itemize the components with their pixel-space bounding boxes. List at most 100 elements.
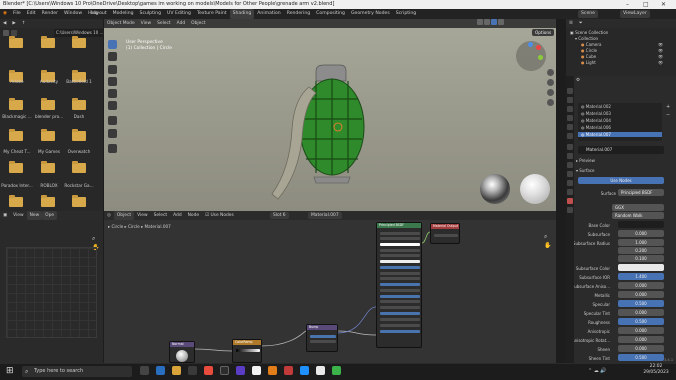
material-slot-item[interactable]: ◍ Material.003 bbox=[581, 111, 611, 116]
folder-icon[interactable] bbox=[72, 161, 86, 173]
output-tab-icon[interactable] bbox=[567, 106, 573, 112]
metallic-field[interactable]: 0.000 bbox=[618, 291, 664, 298]
parent-dir-icon[interactable]: ↑ bbox=[19, 19, 29, 28]
sheen-tint-field[interactable]: 0.500 bbox=[618, 354, 664, 361]
maximize-button[interactable]: □ bbox=[643, 0, 649, 9]
select-box-tool-icon[interactable] bbox=[108, 40, 117, 49]
subsurface-ior-field[interactable]: 1.400 bbox=[618, 273, 664, 280]
node-normal[interactable]: Normal bbox=[169, 341, 195, 363]
scene-selector[interactable]: Scene bbox=[578, 10, 599, 18]
texture-tab-icon[interactable] bbox=[567, 207, 573, 213]
tab-sculpting[interactable]: Sculpting bbox=[137, 9, 164, 19]
back-arrow-icon[interactable]: ◀ bbox=[0, 19, 9, 28]
folder-icon[interactable] bbox=[72, 36, 86, 48]
subsurface-method-dropdown[interactable]: Random Walk bbox=[612, 212, 664, 219]
scale-tool-icon[interactable] bbox=[108, 89, 117, 98]
app-icon[interactable] bbox=[252, 366, 261, 375]
tab-shading[interactable]: Shading bbox=[229, 9, 255, 19]
system-tray-icons[interactable]: ⌃ ☁ 🔊 bbox=[588, 368, 607, 374]
tab-uv-editing[interactable]: UV Editing bbox=[164, 9, 194, 19]
menu-window[interactable]: Window bbox=[61, 9, 85, 19]
data-tab-icon[interactable] bbox=[567, 189, 573, 195]
folder-icon[interactable] bbox=[9, 161, 23, 173]
measure-tool-icon[interactable] bbox=[108, 129, 117, 138]
subsurface-anisotropy-field[interactable]: 0.000 bbox=[618, 282, 664, 289]
app-icon[interactable] bbox=[316, 366, 325, 375]
x-axis-icon[interactable] bbox=[536, 45, 541, 50]
camera-view-icon[interactable] bbox=[547, 89, 554, 96]
base-color-swatch[interactable] bbox=[618, 221, 664, 228]
tab-layout[interactable]: Layout bbox=[88, 9, 110, 19]
view-layer-selector[interactable]: ViewLayer bbox=[620, 10, 650, 18]
blender-logo-icon[interactable]: ◉ bbox=[0, 9, 10, 19]
visibility-eye-icon[interactable]: 👁 bbox=[658, 48, 663, 53]
outliner-row-light[interactable]: ● Light bbox=[581, 60, 596, 65]
app-icon[interactable] bbox=[284, 366, 293, 375]
y-axis-icon[interactable] bbox=[538, 55, 543, 60]
grenade-model[interactable] bbox=[254, 59, 384, 209]
material-name-field[interactable]: Material.007 bbox=[578, 146, 664, 154]
viewport-options-button[interactable]: Options bbox=[532, 29, 555, 36]
app-icon[interactable] bbox=[236, 366, 245, 375]
close-button[interactable]: ✕ bbox=[661, 0, 666, 9]
image-view-menu[interactable]: View bbox=[10, 211, 26, 220]
outliner-row-camera[interactable]: ● Camera bbox=[581, 42, 601, 47]
image-new-button[interactable]: New bbox=[26, 211, 43, 220]
viewport-object-menu[interactable]: Object bbox=[188, 19, 208, 28]
app-icon[interactable] bbox=[332, 366, 341, 375]
folder-icon[interactable] bbox=[9, 129, 23, 141]
roughness-field[interactable]: 0.500 bbox=[618, 318, 664, 325]
sheen-field[interactable]: 0.000 bbox=[618, 345, 664, 352]
filter-icon[interactable]: ⏷ bbox=[576, 19, 586, 28]
section-preview[interactable]: ▸ Preview bbox=[576, 158, 595, 163]
particles-tab-icon[interactable] bbox=[567, 162, 573, 168]
constraints-tab-icon[interactable] bbox=[567, 180, 573, 186]
visibility-eye-icon[interactable]: 👁 bbox=[658, 42, 663, 47]
taskbar-clock[interactable]: 22:02 29/05/2023 bbox=[636, 364, 676, 376]
shader-node-editor[interactable]: ◎ Object View Select Add Node ☑ Use Nodes Slot… bbox=[104, 211, 556, 363]
modifier-tab-icon[interactable] bbox=[567, 153, 573, 159]
folder-icon[interactable] bbox=[9, 98, 23, 110]
zoom-icon[interactable]: ⌕ bbox=[92, 235, 95, 243]
material-slot-item[interactable]: ◍ Material.002 bbox=[581, 104, 611, 109]
transform-tool-icon[interactable] bbox=[108, 101, 117, 110]
object-mode-dropdown[interactable]: Object Mode bbox=[104, 19, 138, 28]
z-axis-icon[interactable] bbox=[528, 42, 533, 47]
material-slot-item-active[interactable]: ◍ Material.007 bbox=[578, 132, 662, 137]
zoom-view-icon[interactable] bbox=[547, 69, 554, 76]
anisotropic-field[interactable]: 0.000 bbox=[618, 327, 664, 334]
distribution-dropdown[interactable]: GGX bbox=[612, 204, 664, 211]
annotate-tool-icon[interactable] bbox=[108, 116, 117, 125]
folder-icon[interactable] bbox=[9, 36, 23, 48]
subsurface-radius-y-field[interactable]: 0.200 bbox=[618, 247, 664, 254]
folder-icon[interactable] bbox=[72, 195, 86, 207]
tab-compositing[interactable]: Compositing bbox=[313, 9, 348, 19]
minimize-button[interactable]: – bbox=[626, 0, 629, 9]
forward-arrow-icon[interactable]: ▶ bbox=[9, 19, 18, 28]
remove-slot-icon[interactable]: − bbox=[666, 112, 670, 118]
app-icon[interactable] bbox=[204, 366, 213, 375]
tool-tab-icon[interactable] bbox=[567, 88, 573, 94]
subsurface-radius-z-field[interactable]: 0.100 bbox=[618, 255, 664, 262]
visibility-eye-icon[interactable]: 👁 bbox=[658, 54, 663, 59]
blender-taskbar-icon[interactable] bbox=[268, 366, 277, 375]
folder-icon[interactable] bbox=[41, 129, 55, 141]
cursor-tool-icon[interactable] bbox=[108, 52, 117, 61]
task-view-icon[interactable] bbox=[140, 366, 149, 375]
folder-icon[interactable] bbox=[72, 98, 86, 110]
tab-rendering[interactable]: Rendering bbox=[284, 9, 313, 19]
scene-tab-icon[interactable] bbox=[567, 124, 573, 130]
menu-render[interactable]: Render bbox=[39, 9, 61, 19]
use-nodes-button[interactable]: Use Nodes bbox=[578, 177, 664, 184]
folder-icon[interactable] bbox=[41, 36, 55, 48]
physics-tab-icon[interactable] bbox=[567, 171, 573, 177]
app-icon[interactable] bbox=[220, 366, 229, 375]
node-bump[interactable]: Bump bbox=[306, 324, 338, 352]
solid-shading-icon[interactable] bbox=[484, 19, 490, 25]
object-tab-icon[interactable] bbox=[567, 144, 573, 150]
subsurface-color-swatch[interactable] bbox=[618, 264, 664, 271]
menu-edit[interactable]: Edit bbox=[24, 9, 39, 19]
folder-icon[interactable] bbox=[41, 161, 55, 173]
add-slot-icon[interactable]: + bbox=[666, 104, 670, 110]
folder-icon[interactable] bbox=[41, 98, 55, 110]
